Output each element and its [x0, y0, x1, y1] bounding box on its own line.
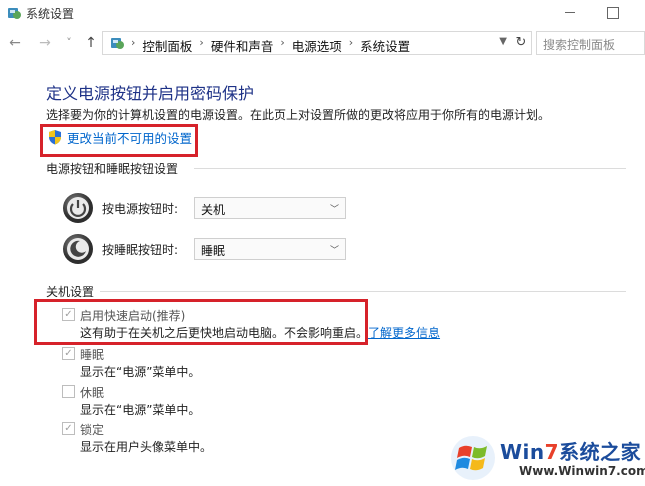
- forward-button[interactable]: →: [36, 34, 54, 52]
- breadcrumb-control-panel[interactable]: 控制面板: [142, 36, 192, 55]
- address-bar[interactable]: › 控制面板 › 硬件和声音 › 电源选项 › 系统设置 ▼ ↻: [102, 31, 532, 55]
- breadcrumb-separator: ›: [199, 36, 204, 49]
- control-panel-icon: [8, 8, 21, 19]
- sleep-button-row: 按睡眠按钮时: 睡眠 ﹀: [62, 232, 346, 266]
- watermark-url: Www.Winwin7.com: [519, 464, 645, 478]
- shutdown-group-header: 关机设置: [46, 285, 95, 299]
- sleep-button-action-select[interactable]: 睡眠 ﹀: [194, 238, 346, 260]
- page-title: 定义电源按钮并启用密码保护: [46, 84, 255, 103]
- breadcrumb-separator: ›: [280, 36, 285, 49]
- sleep-checkbox[interactable]: ✓: [62, 347, 75, 360]
- title-bar: 系统设置: [0, 0, 645, 26]
- power-button-row: 按电源按钮时: 关机 ﹀: [62, 191, 346, 225]
- page-description: 选择要为你的计算机设置的电源设置。在此页上对设置所做的更改将应用于你所有的电源计…: [46, 108, 551, 122]
- maximize-button[interactable]: [602, 2, 622, 22]
- highlight-box-fast-startup: [34, 299, 368, 345]
- breadcrumb-separator: ›: [348, 36, 354, 49]
- address-dropdown-icon[interactable]: ▼: [499, 36, 507, 47]
- hibernate-checkbox[interactable]: [62, 385, 75, 398]
- watermark-brand-rest: 系统之家: [559, 440, 642, 464]
- sleep-title: 睡眠: [80, 348, 105, 362]
- watermark-brand: Win7系统之家: [500, 436, 641, 465]
- breadcrumb-power-options[interactable]: 电源选项: [292, 36, 342, 55]
- sleep-icon: [63, 234, 93, 264]
- breadcrumb-system-settings[interactable]: 系统设置: [360, 36, 410, 55]
- power-icon: [63, 193, 93, 223]
- lock-title: 锁定: [80, 423, 105, 437]
- refresh-button[interactable]: ↻: [513, 35, 529, 51]
- sleep-button-label: 按睡眠按钮时:: [102, 242, 179, 257]
- breadcrumb-hardware-sound[interactable]: 硬件和声音: [211, 36, 274, 55]
- control-panel-icon: [111, 38, 124, 49]
- hibernate-desc: 显示在“电源”菜单中。: [80, 403, 201, 417]
- chevron-down-icon: ﹀: [329, 246, 339, 256]
- power-buttons-group-header: 电源按钮和睡眠按钮设置: [46, 162, 179, 176]
- minimize-button[interactable]: [560, 2, 580, 22]
- chevron-down-icon: ﹀: [329, 205, 339, 215]
- power-button-label: 按电源按钮时:: [102, 201, 179, 216]
- watermark-brand-win: Win: [500, 440, 545, 464]
- divider: [100, 291, 626, 292]
- highlight-box-change-settings: [40, 124, 198, 157]
- hibernate-title: 休眠: [80, 386, 105, 400]
- sleep-desc: 显示在“电源”菜单中。: [80, 365, 201, 379]
- lock-checkbox[interactable]: ✓: [62, 422, 75, 435]
- breadcrumb: › 控制面板 › 硬件和声音 › 电源选项 › 系统设置: [131, 36, 410, 55]
- watermark: Win7系统之家 Www.Winwin7.com: [445, 430, 645, 486]
- up-button[interactable]: ↑: [82, 34, 100, 52]
- watermark-brand-7: 7: [544, 440, 560, 464]
- windows-logo-icon: [451, 436, 495, 480]
- learn-more-link[interactable]: 了解更多信息: [368, 326, 440, 340]
- search-input[interactable]: 搜索控制面板: [536, 31, 645, 55]
- lock-desc: 显示在用户头像菜单中。: [80, 440, 213, 454]
- power-button-action-select[interactable]: 关机 ﹀: [194, 197, 346, 219]
- sleep-button-action-value: 睡眠: [201, 244, 226, 258]
- breadcrumb-separator: ›: [131, 36, 136, 49]
- back-button[interactable]: ←: [6, 34, 24, 52]
- divider: [194, 168, 626, 169]
- power-button-action-value: 关机: [201, 203, 226, 217]
- window-title: 系统设置: [26, 7, 75, 21]
- recent-locations-button[interactable]: ˅: [60, 34, 78, 52]
